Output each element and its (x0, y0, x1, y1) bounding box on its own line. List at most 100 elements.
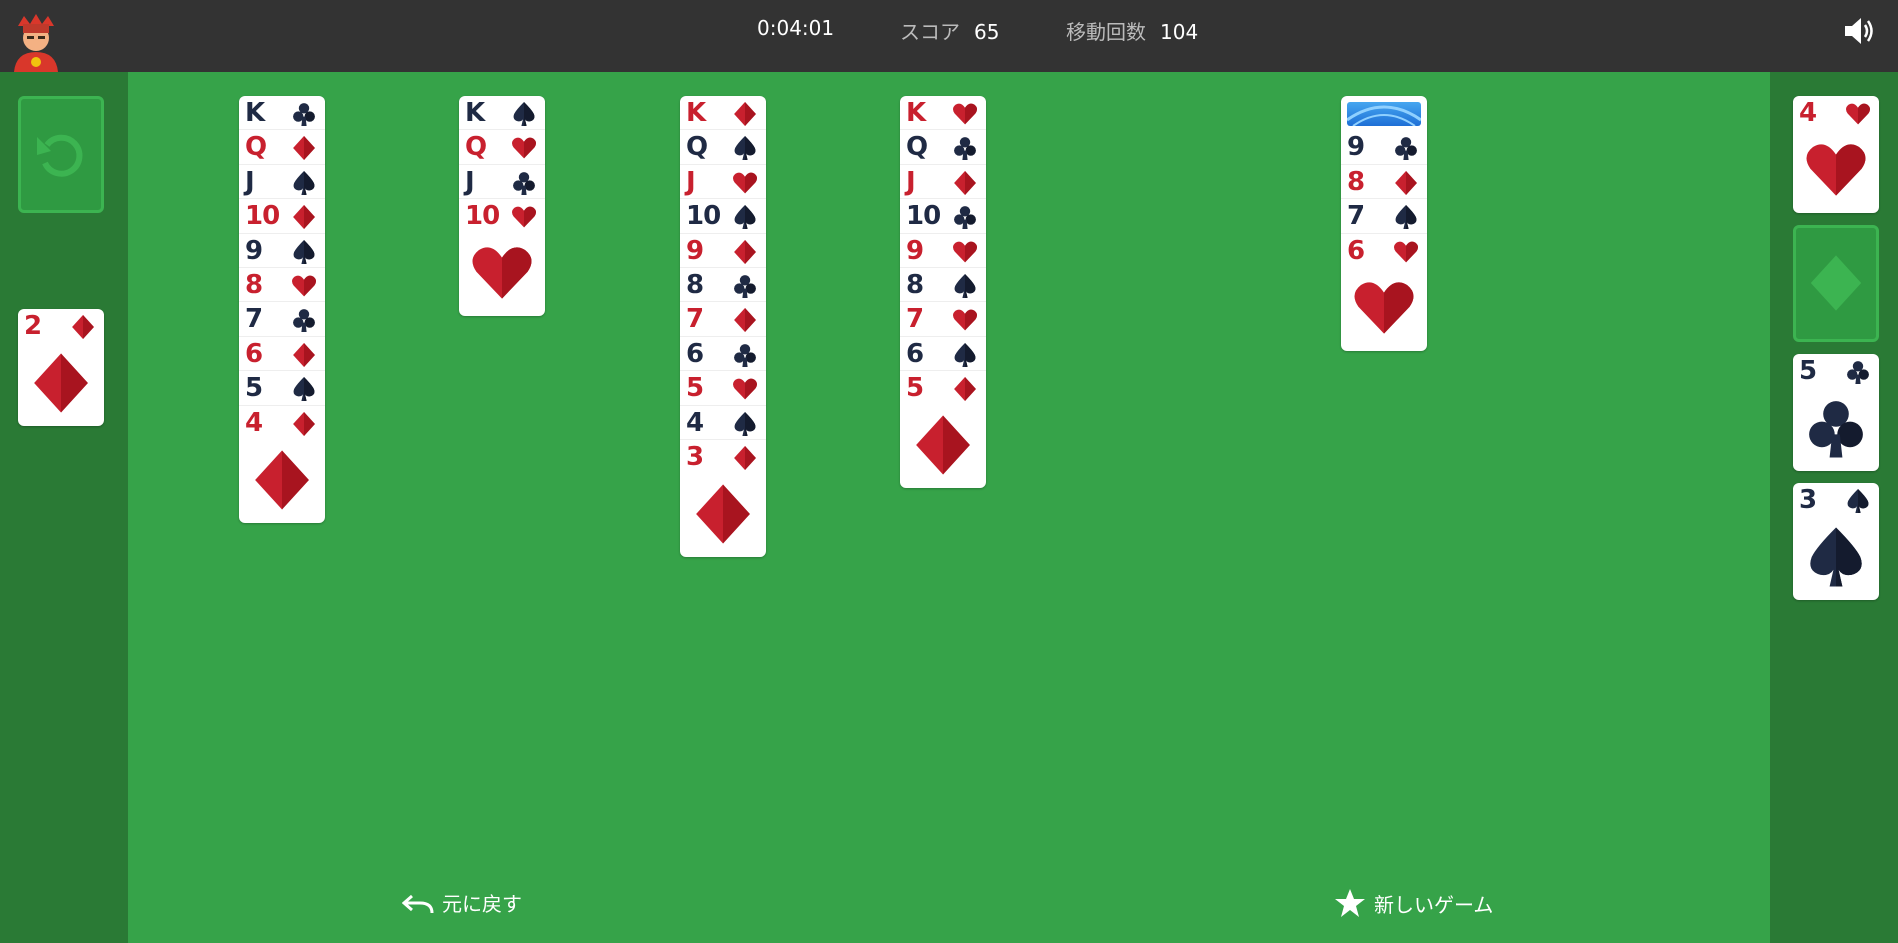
card-rank: 10 (245, 201, 280, 232)
spade-icon (954, 274, 976, 298)
card-face[interactable]: Q (680, 130, 766, 165)
card-face[interactable]: 8 (680, 268, 766, 303)
card-rank: 10 (686, 201, 721, 232)
card-rank: 8 (1347, 166, 1365, 197)
card-rank: K (906, 98, 926, 128)
card-rank: 9 (686, 235, 704, 266)
card-rank: 6 (1347, 235, 1365, 266)
spade-icon (293, 239, 315, 264)
tableau-column-4[interactable]: K Q J 10 9 8 7 6 5 (900, 96, 986, 489)
card-face[interactable]: 9 (680, 234, 766, 268)
card-face[interactable]: 5 (680, 371, 766, 406)
card-face[interactable]: 5 (1793, 354, 1879, 471)
card-rank: Q (465, 132, 487, 163)
card-face[interactable]: 2 (18, 309, 104, 426)
diamond-icon (696, 484, 750, 544)
card-face[interactable]: 4 (680, 406, 766, 440)
card-face[interactable]: 4 (1793, 96, 1879, 213)
card-face[interactable]: K (900, 96, 986, 131)
moves-label: 移動回数 (1066, 20, 1146, 44)
card-face[interactable]: K (239, 96, 325, 131)
card-rank: K (465, 98, 485, 128)
card-face[interactable]: 3 (1793, 483, 1879, 600)
card-rank: 5 (1799, 356, 1817, 386)
card-face[interactable]: Q (239, 130, 325, 165)
card-face[interactable]: 6 (239, 337, 325, 372)
waste-card[interactable]: 2 (18, 309, 104, 426)
spade-icon (734, 136, 756, 161)
card-face[interactable]: 6 (680, 337, 766, 372)
club-icon (513, 171, 535, 195)
foundation-empty-slot[interactable] (1793, 225, 1879, 342)
tableau-column-3[interactable]: K Q J 10 9 8 7 6 5 4 3 (680, 96, 766, 557)
card-face[interactable]: 7 (680, 302, 766, 337)
card-face[interactable]: 7 (1341, 199, 1427, 234)
undo-button[interactable]: 元に戻す (402, 888, 522, 917)
card-face[interactable]: 9 (900, 234, 986, 268)
moves-display: 移動回数 104 (1066, 16, 1198, 45)
spade-icon (1810, 527, 1862, 587)
heart-icon (512, 206, 536, 228)
card-face[interactable]: 6 (900, 337, 986, 372)
card-rank: 5 (906, 373, 924, 404)
card-rank: 4 (686, 407, 704, 438)
card-face[interactable]: J (459, 165, 545, 200)
heart-icon (1394, 241, 1418, 262)
tableau-column-5[interactable]: 98 76 (1341, 96, 1427, 351)
card-face[interactable]: 9 (239, 234, 325, 268)
card-rank: 4 (245, 407, 263, 438)
card-face[interactable]: 8 (1341, 165, 1427, 200)
foundation-pile-3[interactable]: 5 (1793, 354, 1879, 471)
foundation-pile-4[interactable]: 3 (1793, 483, 1879, 600)
spade-icon (1847, 489, 1869, 513)
speaker-icon[interactable] (1843, 16, 1877, 46)
diamond-icon (954, 170, 976, 195)
card-face[interactable]: 7 (239, 302, 325, 337)
club-icon (293, 309, 315, 333)
diamond-icon (255, 450, 309, 510)
card-face[interactable]: 9 (1341, 130, 1427, 165)
card-rank: 3 (686, 442, 704, 472)
tableau-column-1[interactable]: K Q J 10 9 8 7 6 5 4 (239, 96, 325, 523)
card-face[interactable]: J (680, 165, 766, 200)
card-rank: Q (906, 132, 928, 163)
card-face[interactable]: 10 (680, 199, 766, 234)
undo-label: 元に戻す (442, 892, 522, 916)
moves-value: 104 (1160, 20, 1199, 44)
stock-pile[interactable] (18, 96, 104, 213)
card-face[interactable]: K (459, 96, 545, 131)
spade-icon (1395, 205, 1417, 230)
card-face[interactable]: 8 (239, 268, 325, 303)
card-face[interactable]: 5 (239, 371, 325, 406)
diamond-icon (293, 342, 315, 367)
score-display: スコア 65 (900, 16, 999, 45)
card-face[interactable]: 3 (680, 440, 766, 557)
card-face[interactable]: K (680, 96, 766, 131)
card-face[interactable]: Q (900, 130, 986, 165)
card-face[interactable]: 10 (459, 199, 545, 316)
card-face[interactable]: 8 (900, 268, 986, 303)
card-face[interactable]: 7 (900, 302, 986, 337)
heart-icon (472, 247, 532, 299)
new-game-button[interactable]: 新しいゲーム (1334, 888, 1493, 918)
score-label: スコア (900, 20, 960, 44)
card-face[interactable]: 10 (900, 199, 986, 234)
club-icon (293, 103, 315, 126)
heart-icon (733, 172, 757, 194)
card-rank: 7 (245, 304, 263, 335)
card-face[interactable]: J (239, 165, 325, 200)
tableau-column-2[interactable]: K Q J 10 (459, 96, 545, 317)
diamond-icon (293, 411, 315, 436)
recycle-icon (37, 134, 83, 177)
card-face[interactable]: 4 (239, 406, 325, 523)
card-face[interactable]: 5 (900, 371, 986, 488)
card-face[interactable]: 10 (239, 199, 325, 234)
card-face[interactable]: J (900, 165, 986, 200)
card-rank: Q (686, 132, 708, 163)
foundation-pile-1[interactable]: 4 (1793, 96, 1879, 213)
card-face[interactable]: Q (459, 130, 545, 165)
club-icon (734, 343, 756, 367)
card-face[interactable]: 6 (1341, 234, 1427, 351)
card-rank: 9 (245, 235, 263, 266)
heart-icon (953, 103, 977, 125)
